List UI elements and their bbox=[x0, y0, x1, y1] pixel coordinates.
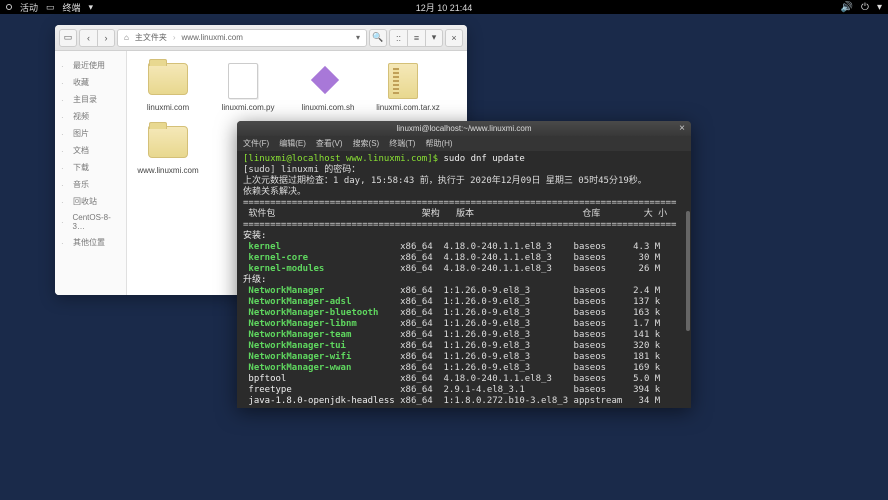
terminal-window: linuxmi@localhost:~/www.linuxmi.com × 文件… bbox=[237, 121, 691, 408]
file-item[interactable]: linuxmi.com.tar.xz bbox=[375, 63, 441, 112]
forward-button[interactable]: › bbox=[97, 29, 115, 47]
file-label: linuxmi.com.sh bbox=[302, 103, 355, 112]
path-home[interactable]: 主文件夹 bbox=[135, 32, 167, 43]
folder-icon bbox=[148, 126, 188, 162]
search-button[interactable]: 🔍 bbox=[369, 29, 387, 47]
sidebar-item[interactable]: ·图片 bbox=[55, 125, 126, 142]
document-icon bbox=[228, 63, 268, 99]
sidebar-item[interactable]: ·其他位置 bbox=[55, 234, 126, 251]
clock[interactable]: 12月 10 21:44 bbox=[416, 1, 473, 14]
file-item[interactable]: linuxmi.com.py bbox=[215, 63, 281, 112]
app-menu-caret-icon[interactable]: ▾ bbox=[89, 2, 94, 13]
file-label: www.linuxmi.com bbox=[137, 166, 198, 175]
terminal-title: linuxmi@localhost:~/www.linuxmi.com bbox=[396, 124, 531, 133]
file-manager-sidebar: ·最近使用·收藏·主目录·视频·图片·文档·下载·音乐·回收站·CentOS-8… bbox=[55, 51, 127, 295]
file-label: linuxmi.com.py bbox=[222, 103, 275, 112]
path-caret-icon[interactable]: ▾ bbox=[356, 33, 360, 42]
file-label: linuxmi.com bbox=[147, 103, 189, 112]
script-icon bbox=[308, 63, 348, 99]
terminal-scrollbar[interactable] bbox=[686, 211, 690, 331]
sidebar-item[interactable]: ·收藏 bbox=[55, 74, 126, 91]
path-bar[interactable]: ⌂ 主文件夹 › www.linuxmi.com ▾ bbox=[117, 29, 367, 47]
gnome-topbar: 活动 ▭ 终端 ▾ 12月 10 21:44 🔊 ⏻ ▾ bbox=[0, 0, 888, 14]
sidebar-item[interactable]: ·音乐 bbox=[55, 176, 126, 193]
terminal-menu-item[interactable]: 搜索(S) bbox=[353, 138, 380, 149]
terminal-close-button[interactable]: × bbox=[676, 122, 688, 134]
sidebar-item[interactable]: ·主目录 bbox=[55, 91, 126, 108]
file-manager-toolbar: ▭ ‹ › ⌂ 主文件夹 › www.linuxmi.com ▾ 🔍 :: ≡ … bbox=[55, 25, 467, 51]
view-menu-caret-icon[interactable]: ▾ bbox=[425, 29, 443, 47]
terminal-menu-item[interactable]: 文件(F) bbox=[243, 138, 269, 149]
file-label: linuxmi.com.tar.xz bbox=[376, 103, 440, 112]
sidebar-item[interactable]: ·最近使用 bbox=[55, 57, 126, 74]
sidebar-item[interactable]: ·文档 bbox=[55, 142, 126, 159]
app-label[interactable]: 终端 bbox=[63, 1, 81, 14]
archive-icon bbox=[388, 63, 428, 99]
activities-icon[interactable] bbox=[6, 4, 12, 10]
terminal-content[interactable]: [linuxmi@localhost www.linuxmi.com]$ sud… bbox=[237, 151, 691, 408]
activities-label[interactable]: 活动 bbox=[20, 1, 38, 14]
open-menu-button[interactable]: ▭ bbox=[59, 29, 77, 47]
terminal-menu-item[interactable]: 终端(T) bbox=[389, 138, 415, 149]
file-item[interactable]: linuxmi.com.sh bbox=[295, 63, 361, 112]
file-item[interactable]: linuxmi.com bbox=[135, 63, 201, 112]
home-icon: ⌂ bbox=[124, 33, 129, 42]
power-icon[interactable]: ⏻ bbox=[861, 2, 869, 13]
path-location[interactable]: www.linuxmi.com bbox=[182, 33, 243, 42]
terminal-titlebar[interactable]: linuxmi@localhost:~/www.linuxmi.com × bbox=[237, 121, 691, 136]
system-menu-caret-icon[interactable]: ▾ bbox=[877, 2, 882, 13]
close-button[interactable]: × bbox=[445, 29, 463, 47]
view-grid-button[interactable]: :: bbox=[389, 29, 407, 47]
sidebar-item[interactable]: ·CentOS-8-3… bbox=[55, 210, 126, 234]
volume-icon[interactable]: 🔊 bbox=[841, 2, 853, 13]
folder-icon bbox=[148, 63, 188, 99]
sidebar-item[interactable]: ·下载 bbox=[55, 159, 126, 176]
sidebar-item[interactable]: ·视频 bbox=[55, 108, 126, 125]
terminal-menu-item[interactable]: 编辑(E) bbox=[279, 138, 306, 149]
terminal-menubar: 文件(F) 编辑(E) 查看(V) 搜索(S) 终端(T) 帮助(H) bbox=[237, 136, 691, 151]
terminal-menu-item[interactable]: 帮助(H) bbox=[425, 138, 452, 149]
view-list-button[interactable]: ≡ bbox=[407, 29, 425, 47]
terminal-menu-item[interactable]: 查看(V) bbox=[316, 138, 343, 149]
path-separator: › bbox=[173, 33, 176, 42]
back-button[interactable]: ‹ bbox=[79, 29, 97, 47]
app-icon[interactable]: ▭ bbox=[46, 2, 55, 13]
file-item[interactable]: www.linuxmi.com bbox=[135, 126, 201, 175]
sidebar-item[interactable]: ·回收站 bbox=[55, 193, 126, 210]
